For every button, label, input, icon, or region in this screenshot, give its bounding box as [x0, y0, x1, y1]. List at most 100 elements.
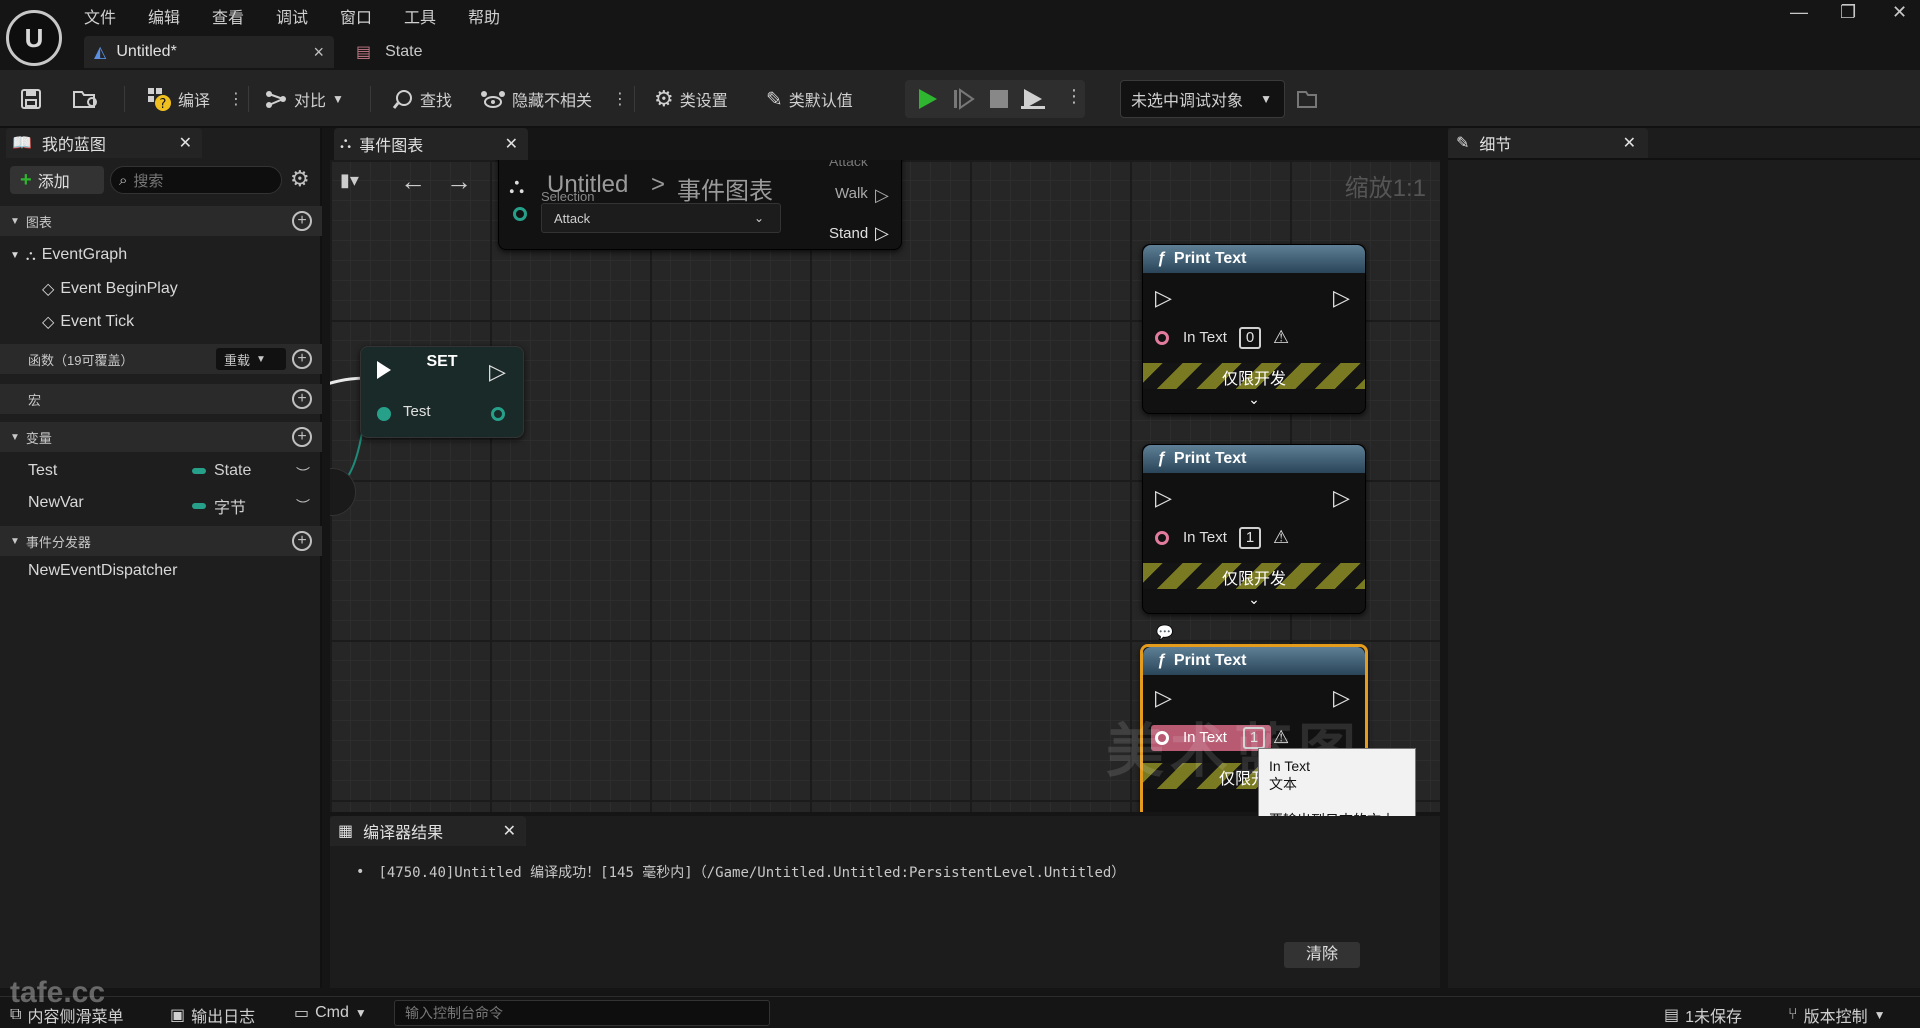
pencil-icon: ✎ [1456, 135, 1470, 152]
exec-input-icon[interactable]: ▷ [1155, 485, 1172, 511]
tooltip-title: In Text [1269, 758, 1310, 774]
save-icon[interactable] [20, 84, 42, 114]
exec-input-icon[interactable] [377, 361, 391, 379]
my-blueprint-tab[interactable]: 📖 我的蓝图 ✕ [6, 128, 202, 158]
clear-button[interactable]: 清除 [1284, 942, 1360, 968]
tooltip-type: 文本 [1269, 776, 1297, 792]
dispatcher-item[interactable]: NewEventDispatcher [28, 562, 177, 580]
compiler-results-tab[interactable]: ▦ 编译器结果 ✕ [330, 816, 526, 846]
stop-icon[interactable] [989, 88, 1009, 114]
in-text-pin-icon[interactable] [1155, 331, 1169, 345]
tab-untitled[interactable]: ◭ Untitled* × [84, 36, 334, 68]
details-tab[interactable]: ✎ 细节 ✕ [1448, 128, 1648, 158]
tab-label: State [385, 43, 423, 60]
eye-closed-icon[interactable]: ︶ [296, 496, 310, 516]
toolbar: ? 编译 ⋮ 对比 ▼ 查找 隐藏不相关 ⋮ ⚙ 类设置 ✎ 类默认值 ⋮ 未选… [0, 70, 1920, 128]
tree-eventgraph[interactable]: ▼ ⛬ EventGraph [10, 246, 127, 264]
menu-help[interactable]: 帮助 [468, 4, 500, 28]
comment-bubble-icon[interactable]: 💬 [1156, 624, 1173, 641]
settings-gear-icon[interactable]: ⚙ [290, 166, 310, 192]
find-button[interactable]: 查找 [392, 84, 452, 114]
event-graph-tab[interactable]: ⛬ 事件图表 ✕ [334, 128, 528, 160]
class-defaults-button[interactable]: ✎ 类默认值 [766, 84, 853, 114]
add-function-icon[interactable]: + [292, 349, 312, 369]
exec-output-icon[interactable]: ▷ [1333, 485, 1350, 511]
debug-filter-icon[interactable] [1296, 84, 1318, 114]
compile-button[interactable]: ? 编译 [146, 84, 210, 114]
browse-icon[interactable] [72, 84, 100, 114]
add-button[interactable]: + 添加 [10, 166, 104, 194]
exec-input-icon[interactable]: ▷ [1155, 285, 1172, 311]
test-output-pin-icon[interactable] [491, 407, 505, 421]
source-control-button[interactable]: ⑂ 版本控制 ▼ [1788, 1003, 1886, 1027]
close-icon[interactable]: ✕ [179, 133, 192, 153]
compile-options-icon[interactable]: ⋮ [228, 84, 244, 114]
exec-output-icon[interactable]: ▷ [1333, 285, 1350, 311]
variable-newvar[interactable]: NewVar [28, 494, 84, 512]
add-macro-icon[interactable]: + [292, 389, 312, 409]
tree-event-beginplay[interactable]: ◇ Event BeginPlay [42, 279, 178, 299]
hide-unrelated-button[interactable]: 隐藏不相关 [480, 84, 592, 114]
expand-chevron-icon[interactable]: ⌄ [1143, 391, 1365, 408]
compile-icon: ? [146, 86, 172, 112]
set-node[interactable]: SET ▷ Test [360, 346, 524, 438]
diff-button[interactable]: 对比 ▼ [264, 84, 344, 114]
exec-output-icon[interactable]: ▷ [489, 359, 506, 385]
override-dropdown[interactable]: 重载 ▼ [216, 348, 286, 370]
in-text-value[interactable]: 0 [1239, 327, 1261, 349]
debug-target-dropdown[interactable]: 未选中调试对象 ▼ [1120, 80, 1285, 118]
in-text-value[interactable]: 1 [1239, 527, 1261, 549]
type-label: State [214, 462, 252, 479]
section-macros[interactable]: 宏 + [0, 384, 322, 414]
step-icon[interactable] [953, 87, 975, 115]
variable-pill-icon [192, 503, 206, 509]
tab-state[interactable]: ▤ State [352, 36, 532, 68]
add-dispatcher-icon[interactable]: + [292, 531, 312, 551]
diff-icon [264, 88, 288, 110]
menu-window[interactable]: 窗口 [340, 4, 372, 28]
section-graphs[interactable]: ▼ 图表 + [0, 206, 322, 236]
event-graph-canvas[interactable]: ▮▾ ← → Attack ⛬ Untitled > 事件图表 Selectio… [330, 160, 1440, 812]
unsaved-button[interactable]: ▤ 1未保存 [1664, 1003, 1742, 1027]
play-icon[interactable] [917, 87, 939, 115]
graph-icon: ⛬ [340, 135, 352, 152]
source-control-icon: ⑂ [1788, 1006, 1798, 1023]
variable-test[interactable]: Test [28, 462, 57, 480]
menu-file[interactable]: 文件 [84, 4, 116, 28]
class-settings-button[interactable]: ⚙ 类设置 [654, 84, 728, 114]
eye-closed-icon[interactable]: ︶ [296, 464, 310, 484]
restore-icon[interactable]: ❐ [1840, 2, 1856, 23]
menu-view[interactable]: 查看 [212, 4, 244, 28]
output-log-button[interactable]: ▣ 输出日志 [170, 1003, 255, 1027]
close-icon[interactable]: ✕ [1623, 133, 1636, 153]
close-icon[interactable]: ✕ [505, 134, 518, 154]
expand-chevron-icon[interactable]: ⌄ [1143, 591, 1365, 608]
section-dispatchers[interactable]: ▼ 事件分发器 + [0, 526, 322, 556]
menu-tools[interactable]: 工具 [404, 4, 436, 28]
add-graph-icon[interactable]: + [292, 211, 312, 231]
compiler-icon: ▦ [338, 823, 354, 840]
print-text-node-1[interactable]: ƒ Print Text ▷ ▷ In Text 1 ⚠ 仅限开发 ⌄ [1142, 444, 1366, 614]
more-options-icon[interactable]: ⋮ [612, 84, 628, 114]
unreal-logo-icon[interactable]: U [6, 10, 62, 66]
close-icon[interactable]: ✕ [503, 821, 516, 841]
section-variables[interactable]: ▼ 变量 + [0, 422, 322, 452]
eject-play-icon[interactable] [1021, 87, 1045, 115]
console-input[interactable]: 输入控制台命令 [394, 1000, 770, 1026]
cmd-dropdown[interactable]: ▭ Cmd ▼ [294, 1003, 367, 1023]
close-tab-icon[interactable]: × [313, 42, 324, 63]
menu-edit[interactable]: 编辑 [148, 4, 180, 28]
close-window-icon[interactable]: ✕ [1892, 2, 1907, 23]
tree-event-tick[interactable]: ◇ Event Tick [42, 312, 134, 332]
search-input[interactable]: ⌕ 搜索 [110, 166, 282, 194]
menu-debug[interactable]: 调试 [276, 4, 308, 28]
print-text-node-0[interactable]: ƒ Print Text ▷ ▷ In Text 0 ⚠ 仅限开发 ⌄ [1142, 244, 1366, 414]
section-functions[interactable]: 函数（19可覆盖） 重载 ▼ + [0, 344, 322, 374]
minimize-icon[interactable]: — [1790, 2, 1808, 23]
play-options-icon[interactable]: ⋮ [1065, 86, 1083, 107]
console-placeholder: 输入控制台命令 [405, 1005, 503, 1021]
chevron-down-icon: ▼ [1260, 92, 1272, 106]
in-text-pin-icon[interactable] [1155, 531, 1169, 545]
test-input-pin-icon[interactable] [377, 407, 391, 421]
add-variable-icon[interactable]: + [292, 427, 312, 447]
